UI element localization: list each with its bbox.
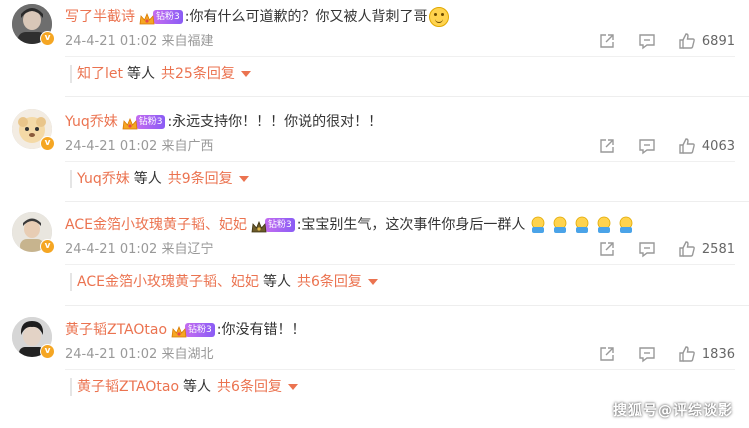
share-icon[interactable] <box>598 137 616 155</box>
comment-icon[interactable] <box>638 345 656 363</box>
comment-meta: 24-4-21 01:02 来自辽宁 <box>65 241 214 259</box>
comment-icon[interactable] <box>638 32 656 50</box>
comment-meta: 24-4-21 01:02 来自湖北 <box>65 346 214 364</box>
username[interactable]: Yuq乔妹 <box>65 111 118 133</box>
chevron-down-icon[interactable] <box>238 176 249 182</box>
avatar[interactable]: v <box>12 212 55 254</box>
reply-bar <box>70 65 72 83</box>
comment-meta: 24-4-21 01:02 来自福建 <box>65 33 214 51</box>
verified-badge-icon: v <box>40 136 55 151</box>
verified-badge-icon: v <box>40 344 55 359</box>
reply-summary[interactable]: ACE金箔小玫瑰黄子韬、妃妃 等人 共6条回复 <box>65 264 735 298</box>
comment-item: v ACE金箔小玫瑰黄子韬、妃妃 钻粉3 :宝宝别生气，这次事件你身后一群人 2… <box>0 208 749 308</box>
reply-summary[interactable]: Yuq乔妹 等人 共9条回复 <box>65 161 735 195</box>
comment-item: v Yuq乔妹 钻粉3 :永远支持你！！！你说的很对！！ 24-4-21 01:… <box>0 105 749 205</box>
verified-badge-icon: v <box>40 239 55 254</box>
comment-time: 24-4-21 01:02 <box>65 347 158 362</box>
divider <box>65 201 749 202</box>
comment-item: v 写了半截诗 钻粉3 :你有什么可道歉的？你又被人背刺了哥 24-4-21 0… <box>0 0 749 100</box>
hug-emoji-icon <box>529 216 639 234</box>
comment-icon[interactable] <box>638 137 656 155</box>
like-icon[interactable] <box>678 345 696 363</box>
comment-icon[interactable] <box>638 240 656 258</box>
reply-mid-text: 等人 <box>183 379 212 395</box>
comment-text: :永远支持你！！！你说的很对！！ <box>167 114 383 130</box>
reply-count-link[interactable]: 共6条回复 <box>297 274 362 290</box>
crown-icon <box>122 116 138 129</box>
reply-count-link[interactable]: 共25条回复 <box>161 66 235 82</box>
share-icon[interactable] <box>598 345 616 363</box>
share-icon[interactable] <box>598 240 616 258</box>
reply-username[interactable]: Yuq乔妹 <box>77 171 130 187</box>
smile-emoji-icon <box>429 7 450 27</box>
reply-bar <box>70 378 72 396</box>
avatar[interactable]: v <box>12 4 55 46</box>
reply-mid-text: 等人 <box>262 274 291 290</box>
like-count: 6891 <box>701 33 735 49</box>
reply-bar <box>70 170 72 188</box>
fan-level-badge[interactable]: 钻粉3 <box>264 218 295 232</box>
comment-location: 来自广西 <box>161 139 214 154</box>
username[interactable]: 写了半截诗 <box>65 6 135 28</box>
username[interactable]: 黄子韬ZTAOtao <box>65 319 167 341</box>
comment-time: 24-4-21 01:02 <box>65 139 158 154</box>
crown-icon <box>171 324 187 337</box>
reply-mid-text: 等人 <box>127 66 155 82</box>
chevron-down-icon[interactable] <box>367 279 378 285</box>
chevron-down-icon[interactable] <box>287 384 298 390</box>
divider <box>65 305 749 306</box>
comment-time: 24-4-21 01:02 <box>65 34 158 49</box>
like-icon[interactable] <box>678 137 696 155</box>
comment-location: 来自湖北 <box>161 347 214 362</box>
fan-level-badge[interactable]: 钻粉3 <box>135 115 166 129</box>
crown-icon <box>139 11 155 24</box>
comment-location: 来自辽宁 <box>161 242 214 257</box>
avatar[interactable]: v <box>12 109 55 151</box>
username[interactable]: ACE金箔小玫瑰黄子韬、妃妃 <box>65 214 247 236</box>
fan-level-badge[interactable]: 钻粉3 <box>153 10 183 24</box>
like-icon[interactable] <box>678 32 696 50</box>
reply-count-link[interactable]: 共6条回复 <box>217 379 282 395</box>
like-count: 1836 <box>701 346 735 362</box>
avatar[interactable]: v <box>12 317 55 359</box>
comment-text: :你有什么可道歉的？你又被人背刺了哥 <box>184 9 428 25</box>
reply-username[interactable]: ACE金箔小玫瑰黄子韬、妃妃 <box>77 274 259 290</box>
reply-summary[interactable]: 知了let 等人 共25条回复 <box>65 56 735 90</box>
comment-time: 24-4-21 01:02 <box>65 242 158 257</box>
fan-level-badge[interactable]: 钻粉3 <box>185 323 215 337</box>
like-count: 4063 <box>701 138 735 154</box>
like-count: 2581 <box>701 241 735 257</box>
chevron-down-icon[interactable] <box>240 71 251 77</box>
reply-mid-text: 等人 <box>133 171 162 187</box>
crown-icon <box>251 219 267 232</box>
reply-summary[interactable]: 黄子韬ZTAOtao 等人 共6条回复 <box>65 369 735 403</box>
reply-username[interactable]: 知了let <box>77 66 123 82</box>
divider <box>65 96 749 97</box>
comment-location: 来自福建 <box>161 34 214 49</box>
share-icon[interactable] <box>598 32 616 50</box>
comment-item: v 黄子韬ZTAOtao 钻粉3 :你没有错！！ 24-4-21 01:02 来… <box>0 313 749 413</box>
comment-meta: 24-4-21 01:02 来自广西 <box>65 138 214 156</box>
watermark: 搜狐号@评综谈影 <box>613 403 733 419</box>
reply-username[interactable]: 黄子韬ZTAOtao <box>77 379 179 395</box>
like-icon[interactable] <box>678 240 696 258</box>
reply-bar <box>70 273 72 291</box>
comment-text: :你没有错！！ <box>216 322 306 338</box>
comment-text: :宝宝别生气，这次事件你身后一群人 <box>296 217 526 233</box>
reply-count-link[interactable]: 共9条回复 <box>168 171 233 187</box>
verified-badge-icon: v <box>40 31 55 46</box>
